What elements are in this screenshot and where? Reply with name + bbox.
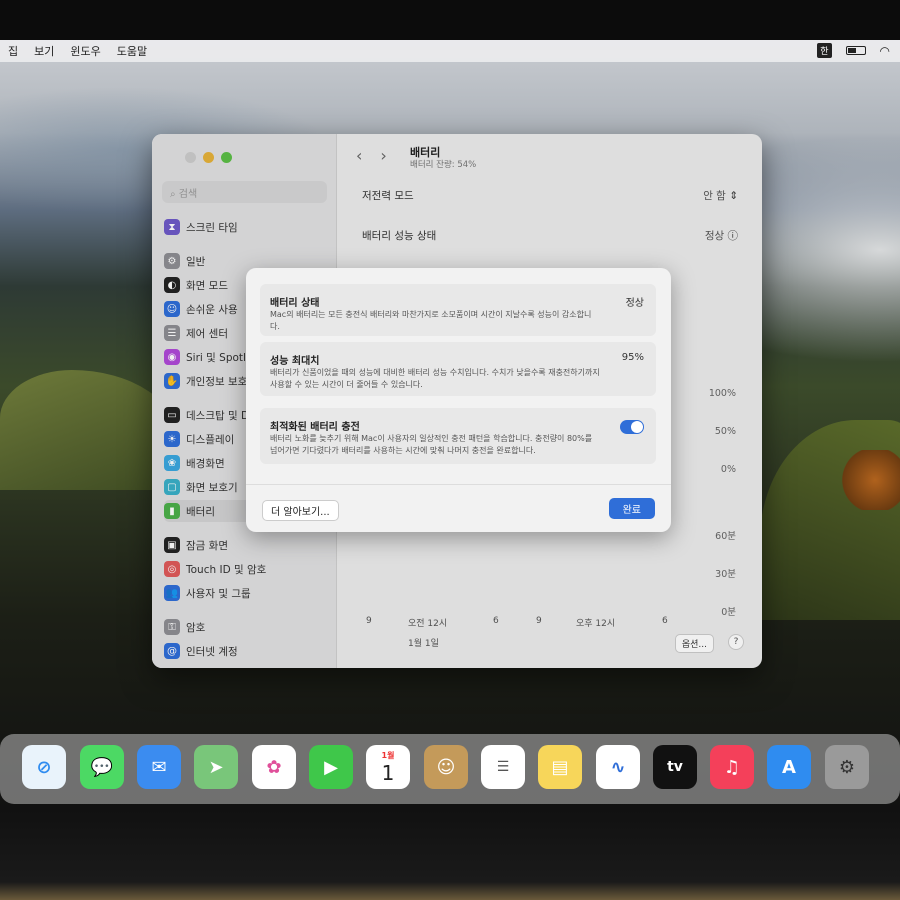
appstore-icon[interactable]: A [767, 745, 811, 789]
mail-icon[interactable]: ✉ [137, 745, 181, 789]
battery-status-desc: Mac의 배터리는 모든 충전식 배터리와 마찬가지로 소모품이며 시간이 지날… [270, 310, 592, 331]
appletv-icon[interactable]: tv [653, 745, 697, 789]
messages-icon[interactable]: 💬 [80, 745, 124, 789]
calendar-month: 1월 [381, 750, 395, 760]
freeform-icon[interactable]: ∿ [596, 745, 640, 789]
menu-item-view[interactable]: 보기 [34, 43, 54, 59]
battery-status-title: 배터리 상태 [270, 298, 320, 309]
menu-item-window[interactable]: 윈도우 [70, 43, 100, 59]
facetime-icon[interactable]: ▶ [309, 745, 353, 789]
wallpaper-tree [840, 450, 900, 510]
notes-icon[interactable]: ▤ [538, 745, 582, 789]
maximum-capacity-title: 성능 최대치 [270, 356, 320, 367]
desktop: 집 보기 윈도우 도움말 한 ◠ ⌕ 검색 ⧗ 스크린 타임 ⚙ 일반 ◐ 화면 모드… [0, 40, 900, 810]
wifi-icon[interactable]: ◠ [880, 44, 890, 58]
divider [246, 484, 671, 485]
contacts-icon[interactable]: ☺ [424, 745, 468, 789]
reminders-icon[interactable]: ☰ [481, 745, 525, 789]
maps-icon[interactable]: ➤ [194, 745, 238, 789]
safari-icon[interactable]: ⊘ [22, 745, 66, 789]
maximum-capacity-value: 95% [621, 352, 644, 363]
battery-status-value: 정상 [625, 298, 644, 309]
battery-status-card: 배터리 상태 정상 Mac의 배터리는 모든 충전식 배터리와 마찬가지로 소모… [260, 284, 656, 336]
battery-health-sheet: 배터리 상태 정상 Mac의 배터리는 모든 충전식 배터리와 마찬가지로 소모… [246, 268, 671, 532]
input-source-indicator[interactable]: 한 [817, 43, 832, 58]
learn-more-button[interactable]: 더 알아보기... [262, 500, 339, 521]
calendar-day: 1 [381, 760, 395, 785]
music-icon[interactable]: ♫ [710, 745, 754, 789]
screen-bezel [0, 810, 900, 900]
optimized-charging-desc: 배터리 노화를 늦추기 위해 Mac이 사용자의 일상적인 충전 패턴을 학습합… [270, 434, 593, 455]
system-settings-icon[interactable]: ⚙ [825, 745, 869, 789]
maximum-capacity-card: 성능 최대치 95% 배터리가 신품이었을 때의 성능에 대비한 배터리 성능 … [260, 342, 656, 396]
done-button[interactable]: 완료 [608, 498, 655, 519]
battery-status-icon[interactable] [845, 46, 866, 55]
optimized-charging-toggle[interactable] [620, 420, 644, 434]
calendar-icon[interactable]: 1월 1 [366, 745, 410, 789]
menu-item-help[interactable]: 도움말 [117, 43, 147, 59]
photos-icon[interactable]: ✿ [252, 745, 296, 789]
maximum-capacity-desc: 배터리가 신품이었을 때의 성능에 대비한 배터리 성능 수치입니다. 수치가 … [270, 368, 600, 389]
menu-bar: 집 보기 윈도우 도움말 한 ◠ [0, 40, 900, 62]
menu-item-edit[interactable]: 집 [8, 43, 18, 59]
optimized-charging-title: 최적화된 배터리 충전 [270, 422, 360, 433]
optimized-charging-card: 최적화된 배터리 충전 배터리 노화를 늦추기 위해 Mac이 사용자의 일상적… [260, 408, 656, 464]
